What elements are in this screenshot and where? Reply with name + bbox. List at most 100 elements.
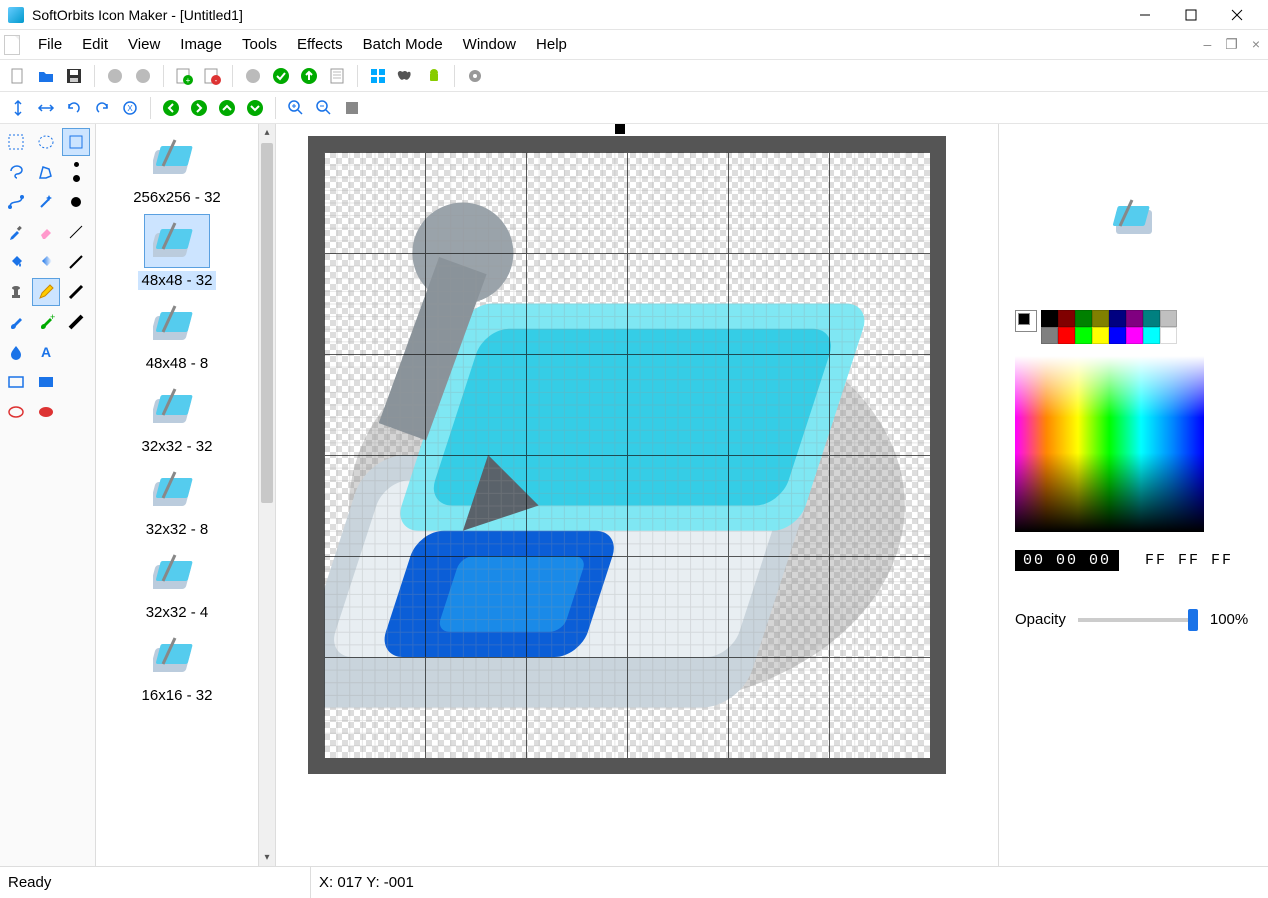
menu-view[interactable]: View (118, 32, 170, 57)
size-item-48-8[interactable]: 48x48 - 8 (100, 298, 254, 373)
remove-size-button[interactable]: - (200, 64, 224, 88)
scroll-up-icon[interactable]: ▴ (259, 124, 275, 141)
polygon-select-tool[interactable] (32, 158, 60, 186)
mdi-minimize-button[interactable]: – (1199, 34, 1215, 55)
zoom-in-button[interactable] (284, 96, 308, 120)
color-swatch[interactable] (1143, 327, 1160, 344)
color-swatch[interactable] (1143, 310, 1160, 327)
color-swatch[interactable] (1041, 310, 1058, 327)
nav-up-button[interactable] (215, 96, 239, 120)
color-swatch[interactable] (1058, 310, 1075, 327)
zoom-out-button[interactable] (312, 96, 336, 120)
size-item-32-32[interactable]: 32x32 - 32 (100, 381, 254, 456)
lasso-tool[interactable] (2, 158, 30, 186)
size-item-16-32[interactable]: 16x16 - 32 (100, 630, 254, 705)
flip-vertical-button[interactable] (6, 96, 30, 120)
color-swatch[interactable] (1075, 310, 1092, 327)
nav-right-button[interactable] (187, 96, 211, 120)
maximize-button[interactable] (1168, 0, 1214, 30)
page-button[interactable] (325, 64, 349, 88)
open-button[interactable] (34, 64, 58, 88)
rotate-ccw-button[interactable] (90, 96, 114, 120)
gradient-tool[interactable] (32, 248, 60, 276)
mdi-restore-button[interactable]: ❐ (1221, 34, 1242, 55)
rectangle-tool[interactable] (2, 368, 30, 396)
close-button[interactable] (1214, 0, 1260, 30)
ellipse-select-tool[interactable] (32, 128, 60, 156)
pencil-tool[interactable] (32, 278, 60, 306)
rotate-x-button[interactable]: X (118, 96, 142, 120)
color-swatch[interactable] (1160, 327, 1177, 344)
apple-export-button[interactable] (394, 64, 418, 88)
mdi-close-button[interactable]: × (1248, 34, 1264, 55)
nav-left-button[interactable] (159, 96, 183, 120)
apply-button[interactable] (269, 64, 293, 88)
minimize-button[interactable] (1122, 0, 1168, 30)
blur-tool[interactable] (2, 338, 30, 366)
save-button[interactable] (62, 64, 86, 88)
fg-bg-color-selector[interactable] (1015, 310, 1037, 332)
menu-edit[interactable]: Edit (72, 32, 118, 57)
menu-file[interactable]: File (28, 32, 72, 57)
size-item-32-4[interactable]: 32x32 - 4 (100, 547, 254, 622)
color-swatch[interactable] (1092, 327, 1109, 344)
windows-export-button[interactable] (366, 64, 390, 88)
menu-image[interactable]: Image (170, 32, 232, 57)
color-swatch[interactable] (1160, 310, 1177, 327)
rotate-cw-button[interactable] (62, 96, 86, 120)
canvas-panel (276, 124, 998, 866)
heal-tool[interactable]: + (32, 308, 60, 336)
nav-down-button[interactable] (243, 96, 267, 120)
new-button[interactable] (6, 64, 30, 88)
settings-button[interactable] (463, 64, 487, 88)
canvas-top-handle[interactable] (615, 124, 625, 134)
magic-wand-tool[interactable] (32, 188, 60, 216)
color-swatch[interactable] (1058, 327, 1075, 344)
text-tool[interactable]: A (32, 338, 60, 366)
eraser-tool[interactable] (32, 218, 60, 246)
filled-rect-tool[interactable] (32, 368, 60, 396)
menu-tools[interactable]: Tools (232, 32, 287, 57)
brush-tool[interactable] (2, 308, 30, 336)
region-select-tool[interactable] (62, 128, 90, 156)
zoom-fit-button[interactable] (340, 96, 364, 120)
curve-tool[interactable] (2, 188, 30, 216)
rect-select-tool[interactable] (2, 128, 30, 156)
export-up-button[interactable] (297, 64, 321, 88)
scroll-down-icon[interactable]: ▾ (259, 849, 275, 866)
add-size-button[interactable]: + (172, 64, 196, 88)
menu-batch-mode[interactable]: Batch Mode (353, 32, 453, 57)
canvas[interactable] (324, 152, 930, 758)
opacity-label: Opacity (1015, 611, 1066, 628)
color-swatch[interactable] (1109, 327, 1126, 344)
color-swatch[interactable] (1041, 327, 1058, 344)
menu-window[interactable]: Window (453, 32, 526, 57)
size-item-48-32[interactable]: 48x48 - 32 (100, 215, 254, 290)
fill-tool[interactable] (2, 248, 30, 276)
flip-horizontal-button[interactable] (34, 96, 58, 120)
sizes-scrollbar[interactable]: ▴ ▾ (258, 124, 275, 866)
android-export-button[interactable] (422, 64, 446, 88)
color-swatch[interactable] (1109, 310, 1126, 327)
size-label: 32x32 - 4 (142, 603, 213, 622)
ellipse-tool[interactable] (2, 398, 30, 426)
filled-ellipse-tool[interactable] (32, 398, 60, 426)
size-item-256[interactable]: 256x256 - 32 (100, 132, 254, 207)
menu-effects[interactable]: Effects (287, 32, 353, 57)
size-item-32-8[interactable]: 32x32 - 8 (100, 464, 254, 539)
color-swatch[interactable] (1075, 327, 1092, 344)
redo-button[interactable] (131, 64, 155, 88)
color-swatch[interactable] (1126, 310, 1143, 327)
menu-help[interactable]: Help (526, 32, 577, 57)
color-picker[interactable] (1015, 356, 1204, 532)
undo-button[interactable] (103, 64, 127, 88)
color-swatch[interactable] (1092, 310, 1109, 327)
stamp-tool[interactable] (2, 278, 30, 306)
eyedropper-tool[interactable] (2, 218, 30, 246)
size-label: 32x32 - 8 (142, 520, 213, 539)
title-bar: SoftOrbits Icon Maker - [Untitled1] (0, 0, 1268, 30)
opacity-slider[interactable] (1078, 618, 1198, 622)
scrollbar-thumb[interactable] (261, 143, 273, 503)
color-swatch[interactable] (1126, 327, 1143, 344)
size-thumb-icon (153, 636, 201, 676)
